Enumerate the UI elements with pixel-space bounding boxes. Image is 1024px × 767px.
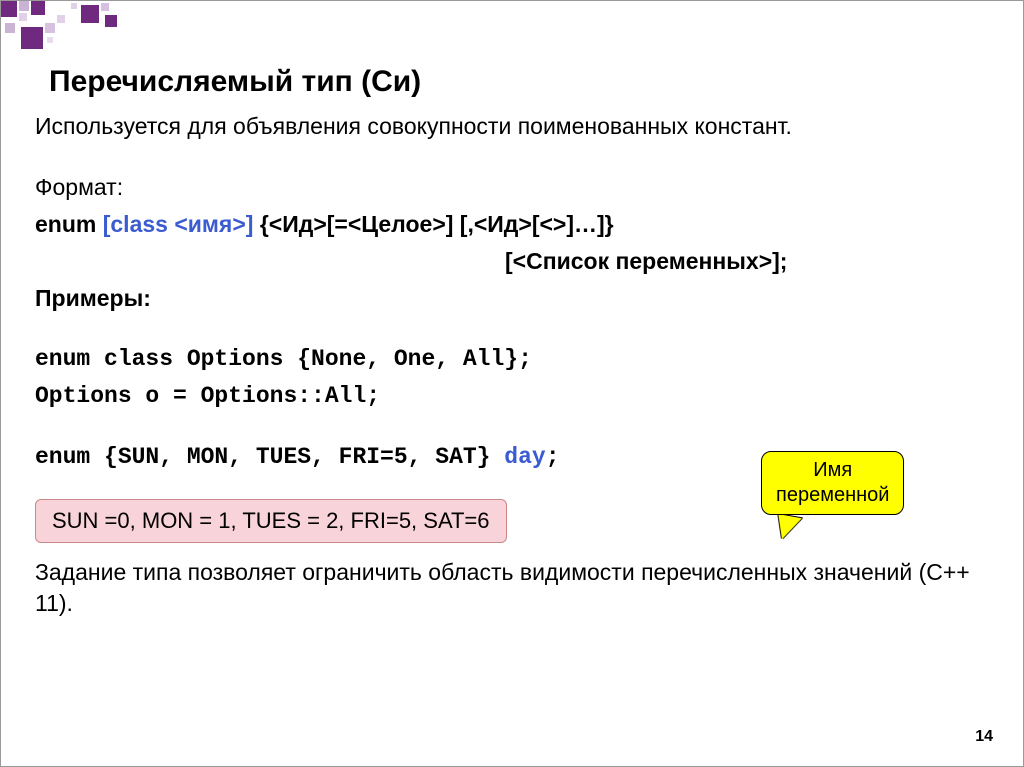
class-name-part: [class <имя>] (103, 211, 254, 237)
format-label: Формат: (35, 172, 983, 203)
format-syntax-line2: [<Список переменных>]; (505, 246, 983, 277)
callout-box: Имя переменной (761, 451, 904, 515)
example-3-prefix: enum {SUN, MON, TUES, FRI=5, SAT} (35, 444, 504, 470)
example-3-suffix: ; (546, 444, 560, 470)
slide-title: Перечисляемый тип (Си) (49, 65, 421, 99)
callout-tail (774, 514, 802, 542)
callout-line2: переменной (776, 483, 889, 508)
note-text: Задание типа позволяет ограничить област… (35, 557, 983, 619)
content-area: Используется для объявления совокупности… (35, 111, 983, 625)
enum-keyword: enum (35, 211, 103, 237)
format-rest: {<Ид>[=<Целое>] [,<Ид>[<>]…]} (253, 211, 613, 237)
slide: Перечисляемый тип (Си) Используется для … (0, 0, 1024, 767)
example-1: enum class Options {None, One, All}; (35, 344, 983, 375)
examples-label: Примеры: (35, 283, 983, 314)
corner-decoration (1, 1, 131, 61)
page-number: 14 (975, 728, 993, 746)
callout-line1: Имя (776, 458, 889, 483)
format-syntax: enum [class <имя>] {<Ид>[=<Целое>] [,<Ид… (35, 209, 983, 240)
example-3-var: day (504, 444, 545, 470)
intro-text: Используется для объявления совокупности… (35, 111, 983, 142)
example-2: Options o = Options::All; (35, 381, 983, 412)
values-box: SUN =0, MON = 1, TUES = 2, FRI=5, SAT=6 (35, 499, 507, 543)
